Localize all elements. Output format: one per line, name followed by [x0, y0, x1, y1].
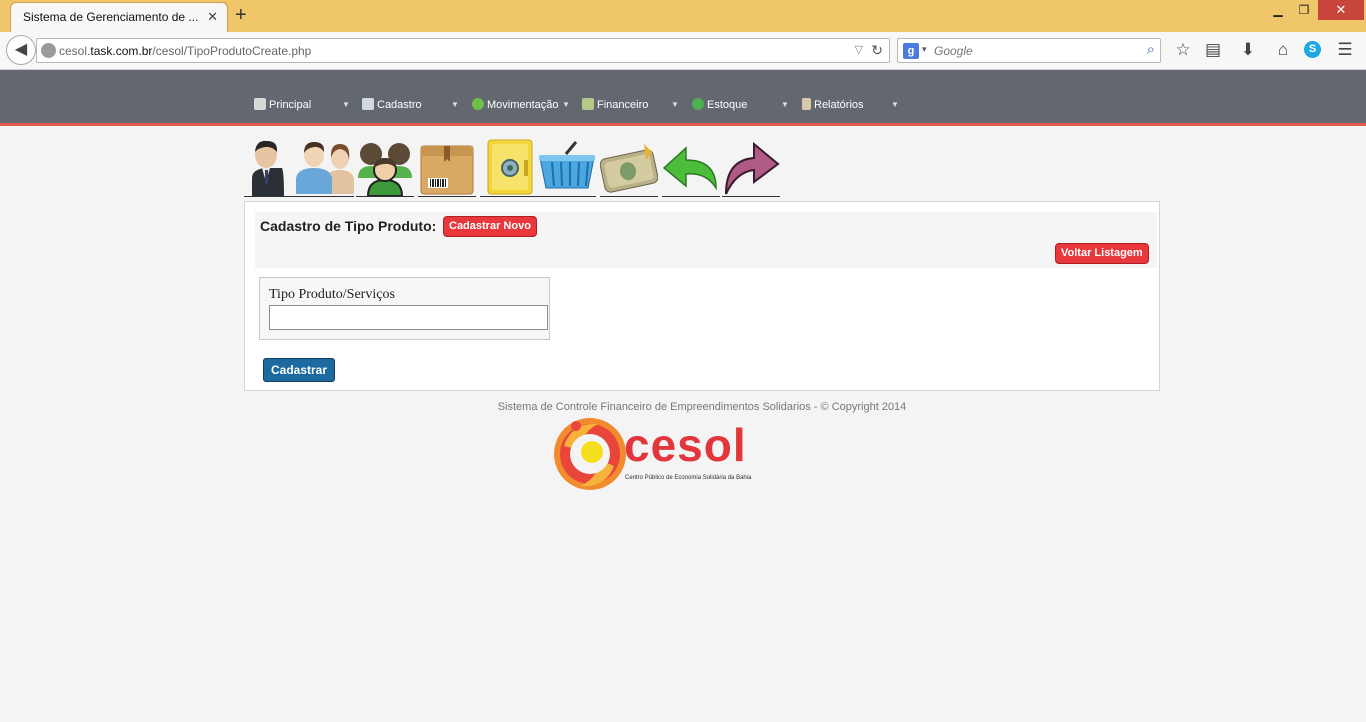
chevron-down-icon[interactable]: ▼ — [451, 100, 459, 109]
safe-icon — [487, 139, 533, 195]
bookmark-star-icon[interactable]: ☆ — [1172, 40, 1194, 60]
shortcut-safe[interactable] — [480, 138, 538, 200]
tipo-produto-fieldset: Tipo Produto/Serviços — [259, 277, 550, 340]
clipboard-icon — [802, 98, 811, 110]
logo-subtitle: Centro Público de Economia Solidária da … — [625, 475, 752, 481]
recycle-icon — [692, 98, 704, 110]
menu-item-estoque[interactable]: Estoque — [692, 98, 747, 116]
site-menubar: Principal ▼ Cadastro ▼ Movimentação ▼ Fi… — [0, 70, 1366, 126]
skype-icon[interactable]: S — [1304, 41, 1321, 58]
menu-item-financeiro[interactable]: Financeiro — [582, 98, 648, 116]
close-window-button[interactable]: ✕ — [1318, 0, 1364, 20]
back-arrow-icon: ◀ — [14, 41, 28, 58]
menu-item-movimentacao[interactable]: Movimentação — [472, 98, 559, 116]
new-tab-button[interactable]: + — [235, 4, 247, 26]
download-icon[interactable]: ⬇ — [1237, 40, 1259, 60]
chevron-down-icon[interactable]: ▼ — [891, 100, 899, 109]
menu-item-relatorios[interactable]: Relatórios — [802, 98, 864, 116]
chevron-down-icon[interactable]: ▼ — [562, 100, 570, 109]
reload-icon[interactable]: ↻ — [871, 42, 883, 59]
cesol-sun-icon — [554, 418, 626, 490]
address-bar[interactable]: cesol.task.com.br/cesol/TipoProdutoCreat… — [36, 38, 890, 63]
shortcut-product-box[interactable] — [418, 138, 476, 200]
tab-title: Sistema de Gerenciamento de ... — [23, 10, 199, 24]
menu-item-principal[interactable]: Principal — [254, 98, 311, 116]
globe-icon — [41, 43, 56, 58]
maximize-button[interactable]: ❐ — [1292, 0, 1316, 20]
reading-list-icon[interactable]: ▤ — [1202, 40, 1224, 60]
back-button[interactable]: ◀ — [6, 35, 36, 65]
money-icon — [582, 98, 594, 110]
tab-close-icon[interactable]: ✕ — [207, 9, 218, 25]
browser-navbar: ◀ cesol.task.com.br/cesol/TipoProdutoCre… — [0, 32, 1366, 70]
refresh-icon — [472, 98, 484, 110]
copyright-text: Sistema de Controle Financeiro de Empree… — [497, 401, 907, 413]
redo-arrow-icon — [725, 141, 780, 195]
cadastrar-button[interactable]: Cadastrar — [263, 358, 336, 382]
url-text[interactable]: cesol.task.com.br/cesol/TipoProdutoCreat… — [59, 44, 311, 58]
voltar-listagem-button[interactable]: Voltar Listagem — [1055, 243, 1149, 264]
id-card-icon — [362, 98, 374, 110]
home-icon — [254, 98, 266, 110]
undo-arrow-icon — [662, 146, 717, 191]
product-box-icon — [420, 145, 474, 195]
tipo-produto-label: Tipo Produto/Serviços — [269, 287, 395, 302]
minimize-button[interactable]: ▁ — [1266, 0, 1290, 20]
browser-tab[interactable]: Sistema de Gerenciamento de ... ✕ — [10, 2, 228, 32]
engine-dropdown-icon[interactable]: ▾ — [922, 44, 927, 55]
page-title: Cadastro de Tipo Produto: — [260, 218, 437, 234]
shortcut-money[interactable] — [599, 138, 659, 200]
shopping-basket-icon — [539, 141, 595, 189]
users-icon — [296, 142, 354, 194]
chevron-down-icon[interactable]: ▼ — [671, 100, 679, 109]
google-engine-icon[interactable]: g — [903, 43, 919, 59]
hamburger-menu-icon[interactable]: ☰ — [1334, 40, 1356, 60]
search-bar[interactable]: g ▾ Google ⌕ — [897, 38, 1161, 63]
menu-item-cadastro[interactable]: Cadastro — [362, 98, 422, 116]
search-placeholder: Google — [934, 44, 973, 58]
cadastrar-novo-button[interactable]: Cadastrar Novo — [443, 216, 537, 237]
search-icon[interactable]: ⌕ — [1147, 41, 1155, 58]
group-icon — [358, 143, 412, 197]
home-icon[interactable]: ⌂ — [1272, 40, 1294, 60]
url-dropdown-icon[interactable]: ▽ — [855, 43, 863, 56]
money-icon — [599, 144, 659, 193]
form-panel: Cadastro de Tipo Produto: Cadastrar Novo… — [244, 201, 1160, 391]
shortcut-shopping-basket[interactable] — [538, 138, 596, 200]
businessman-icon — [252, 140, 284, 196]
panel-header: Cadastro de Tipo Produto: Cadastrar Novo… — [255, 212, 1157, 268]
logo-wordmark: cesol — [624, 419, 747, 471]
tipo-produto-input[interactable] — [269, 305, 548, 330]
shortcut-redo-arrow[interactable] — [722, 138, 780, 200]
shortcut-group[interactable] — [356, 138, 414, 200]
shortcut-businessman[interactable] — [244, 138, 302, 200]
cesol-logo: cesol Centro Público de Economia Solidár… — [552, 416, 752, 492]
shortcut-users[interactable] — [296, 138, 354, 200]
browser-titlebar: Sistema de Gerenciamento de ... ✕ + ▁ ❐ … — [0, 0, 1366, 32]
shortcut-undo-arrow[interactable] — [662, 138, 720, 200]
chevron-down-icon[interactable]: ▼ — [342, 100, 350, 109]
chevron-down-icon[interactable]: ▼ — [781, 100, 789, 109]
